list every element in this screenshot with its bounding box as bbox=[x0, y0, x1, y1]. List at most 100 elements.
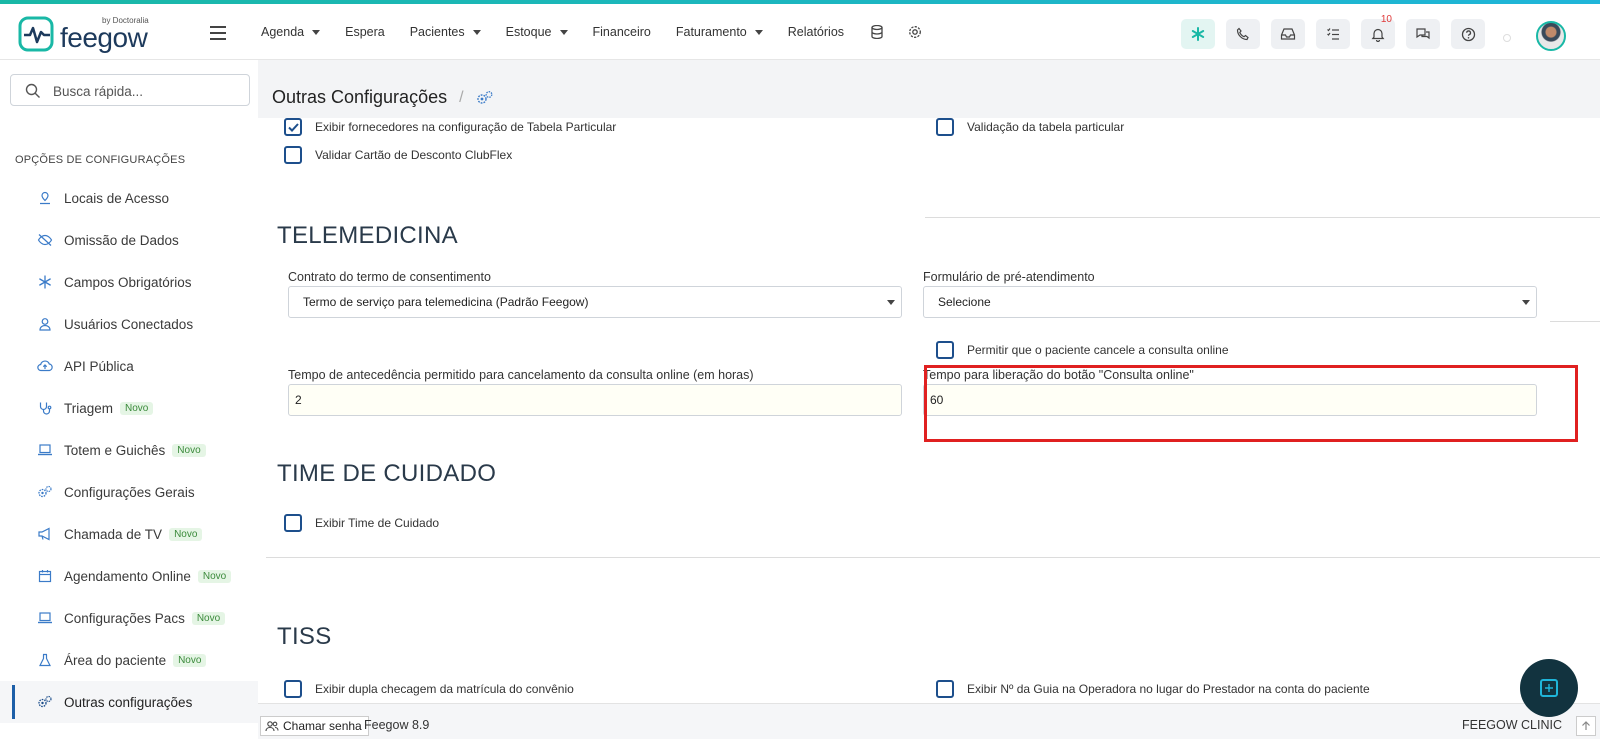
nav-label: Financeiro bbox=[592, 25, 651, 39]
checkbox-unchecked[interactable] bbox=[936, 680, 954, 698]
megaphone-icon bbox=[37, 526, 53, 542]
floating-action-button[interactable] bbox=[1520, 659, 1578, 717]
nav-item-faturamento[interactable]: Faturamento bbox=[676, 25, 763, 39]
scroll-top-button[interactable] bbox=[1576, 716, 1596, 736]
sidebar-item-label: API Pública bbox=[64, 358, 134, 374]
footer-bar: Chamar senha Feegow 8.9 FEEGOW CLINIC bbox=[258, 703, 1600, 739]
nav-item-agenda[interactable]: Agenda bbox=[261, 25, 321, 39]
contrato-select[interactable]: Termo de serviço para telemedicina (Padr… bbox=[288, 286, 902, 318]
caret-down-icon bbox=[754, 29, 763, 35]
sidebar-item-api-publica[interactable]: API Pública bbox=[0, 345, 258, 387]
caret-down-icon bbox=[1522, 300, 1530, 305]
checkbox-label: Exibir Time de Cuidado bbox=[315, 516, 440, 530]
chat-bubbles-icon bbox=[1416, 28, 1430, 40]
gears-icon bbox=[37, 484, 53, 500]
settings-panel: Exibir fornecedores na configuração de T… bbox=[258, 118, 1600, 739]
checkbox-label: Exibir fornecedores na configuração de T… bbox=[315, 120, 617, 134]
checkbox-exibir-fornecedores[interactable]: Exibir fornecedores na configuração de T… bbox=[284, 118, 616, 136]
nav-label: Faturamento bbox=[675, 25, 747, 39]
checkbox-label: Exibir dupla checagem da matrícula do co… bbox=[315, 682, 574, 696]
checkbox-exibir-time-de-cuidado[interactable]: Exibir Time de Cuidado bbox=[284, 514, 439, 532]
antecedencia-input[interactable] bbox=[288, 384, 902, 416]
quick-search[interactable] bbox=[10, 74, 250, 106]
sidebar-item-label: Outras configurações bbox=[64, 694, 193, 710]
arrow-up-icon bbox=[1582, 721, 1590, 730]
contrato-select-value: Termo de serviço para telemedicina (Padr… bbox=[303, 295, 589, 309]
check-icon bbox=[287, 122, 299, 132]
sidebar-item-omissao-de-dados[interactable]: Omissão de Dados bbox=[0, 219, 258, 261]
quick-search-input[interactable] bbox=[53, 81, 238, 101]
sidebar-item-configuracoes-pacs[interactable]: Configurações Pacs Novo bbox=[0, 597, 258, 639]
checkbox-unchecked[interactable] bbox=[284, 680, 302, 698]
sidebar-item-chamada-de-tv[interactable]: Chamada de TV Novo bbox=[0, 513, 258, 555]
sidebar-item-campos-obrigatorios[interactable]: Campos Obrigatórios bbox=[0, 261, 258, 303]
checklist-icon bbox=[1327, 28, 1339, 40]
inbox-button[interactable] bbox=[1271, 19, 1305, 49]
liberacao-label: Tempo para liberação do botão "Consulta … bbox=[923, 368, 1194, 382]
page-title: Outras Configurações / bbox=[272, 87, 494, 108]
chat-button[interactable] bbox=[1406, 19, 1440, 49]
search-icon bbox=[25, 83, 40, 98]
novo-badge: Novo bbox=[173, 653, 207, 667]
sidebar-item-outras-configuracoes[interactable]: Outras configurações bbox=[0, 681, 258, 723]
top-navbar: by Doctoralia feegow Agenda Espera Pacie… bbox=[0, 4, 1600, 60]
checkbox-permitir-cancelar[interactable]: Permitir que o paciente cancele a consul… bbox=[936, 341, 1229, 359]
help-button[interactable] bbox=[1451, 19, 1485, 49]
phone-button[interactable] bbox=[1226, 19, 1260, 49]
sidebar-item-label: Usuários Conectados bbox=[64, 316, 194, 332]
heart-pulse-logo-icon bbox=[18, 16, 54, 52]
liberacao-input[interactable] bbox=[923, 384, 1537, 416]
sidebar-item-agendamento-online[interactable]: Agendamento Online Novo bbox=[0, 555, 258, 597]
user-avatar[interactable] bbox=[1536, 21, 1566, 51]
nav-label: Relatórios bbox=[787, 25, 845, 39]
nav-item-pacientes[interactable]: Pacientes bbox=[410, 25, 481, 39]
asterisk-tool-button[interactable] bbox=[1181, 19, 1215, 49]
chamar-senha-button[interactable]: Chamar senha bbox=[260, 716, 369, 736]
user-icon bbox=[37, 316, 53, 332]
notifications-button[interactable]: 10 bbox=[1361, 14, 1395, 49]
checkbox-validacao-tabela[interactable]: Validação da tabela particular bbox=[936, 118, 1124, 136]
novo-badge: Novo bbox=[120, 401, 154, 415]
checkbox-checked[interactable] bbox=[284, 118, 302, 136]
nav-item-estoque[interactable]: Estoque bbox=[506, 25, 568, 39]
checkbox-unchecked[interactable] bbox=[936, 341, 954, 359]
formulario-select[interactable]: Selecione bbox=[923, 286, 1537, 318]
sidebar-item-label: Omissão de Dados bbox=[64, 232, 179, 248]
checkbox-dupla-checagem[interactable]: Exibir dupla checagem da matrícula do co… bbox=[284, 680, 574, 698]
divider bbox=[266, 557, 1600, 558]
feegow-logo[interactable]: by Doctoralia feegow bbox=[18, 16, 158, 56]
novo-badge: Novo bbox=[197, 569, 232, 583]
antecedencia-label: Tempo de antecedência permitido para can… bbox=[288, 368, 754, 382]
screen-share-icon bbox=[1540, 679, 1558, 697]
inbox-icon bbox=[1280, 28, 1296, 40]
database-icon[interactable] bbox=[869, 24, 885, 40]
sidebar-item-usuarios-conectados[interactable]: Usuários Conectados bbox=[0, 303, 258, 345]
location-pin-icon bbox=[37, 190, 53, 206]
checkbox-unchecked[interactable] bbox=[284, 514, 302, 532]
bell-icon bbox=[1371, 28, 1385, 42]
sidebar-item-totem-e-guiches[interactable]: Totem e Guichês Novo bbox=[0, 429, 258, 471]
sidebar-item-triagem[interactable]: Triagem Novo bbox=[0, 387, 258, 429]
nav-label: Pacientes bbox=[409, 25, 465, 39]
sidebar-item-configuracoes-gerais[interactable]: Configurações Gerais bbox=[0, 471, 258, 513]
sidebar-item-locais-de-acesso[interactable]: Locais de Acesso bbox=[0, 177, 258, 219]
gears-icon bbox=[37, 694, 53, 710]
sidebar-item-area-do-paciente[interactable]: Área do paciente Novo bbox=[0, 639, 258, 681]
gear-icon[interactable] bbox=[907, 24, 923, 40]
sidebar-item-label: Agendamento Online bbox=[64, 568, 191, 584]
checklist-button[interactable] bbox=[1316, 19, 1350, 49]
checkbox-validar-clubflex[interactable]: Validar Cartão de Desconto ClubFlex bbox=[284, 146, 512, 164]
checkbox-numero-guia[interactable]: Exibir Nº da Guia na Operadora no lugar … bbox=[936, 680, 1370, 698]
page-title-text: Outras Configurações bbox=[272, 87, 448, 107]
menu-toggle-icon[interactable] bbox=[210, 26, 226, 40]
nav-item-relatorios[interactable]: Relatórios bbox=[788, 25, 844, 39]
nav-item-financeiro[interactable]: Financeiro bbox=[593, 25, 651, 39]
sidebar-item-label: Campos Obrigatórios bbox=[64, 274, 192, 290]
checkbox-label: Validação da tabela particular bbox=[967, 120, 1125, 134]
phone-icon bbox=[1236, 27, 1249, 41]
checkbox-unchecked[interactable] bbox=[284, 146, 302, 164]
novo-badge: Novo bbox=[169, 527, 203, 541]
asterisk-icon bbox=[37, 274, 53, 290]
checkbox-unchecked[interactable] bbox=[936, 118, 954, 136]
nav-item-espera[interactable]: Espera bbox=[345, 25, 385, 39]
